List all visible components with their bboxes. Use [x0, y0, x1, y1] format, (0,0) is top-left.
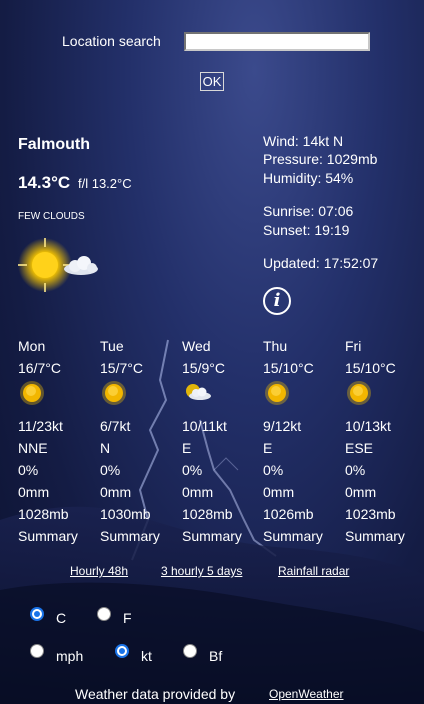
mph-label: mph: [56, 648, 84, 664]
forecast-summary-link[interactable]: Summary: [18, 528, 78, 544]
forecast-wind-direction: N: [100, 440, 111, 456]
forecast-temps: 15/10°C: [345, 360, 396, 376]
sunrise-readout: Sunrise: 07:06: [263, 203, 354, 219]
forecast-pressure: 1023mb: [345, 506, 396, 522]
fahrenheit-radio[interactable]: [97, 607, 111, 621]
forecast-temps: 15/10°C: [263, 360, 314, 376]
feels-like-temperature: f/l 13.2°C: [78, 176, 132, 191]
forecast-pressure: 1030mb: [100, 506, 151, 522]
hourly-48h-link[interactable]: Hourly 48h: [70, 564, 128, 578]
mph-radio[interactable]: [30, 644, 44, 658]
sun-icon: [102, 381, 126, 405]
forecast-wind: 6/7kt: [100, 418, 131, 434]
beaufort-radio[interactable]: [183, 644, 197, 658]
forecast-day: Fri: [345, 338, 362, 354]
forecast-wind-direction: E: [263, 440, 273, 456]
ok-button[interactable]: OK: [200, 72, 224, 91]
weather-condition: FEW CLOUDS: [18, 211, 85, 222]
celsius-label: C: [56, 610, 67, 626]
forecast-precip-probability: 0%: [263, 462, 284, 478]
rainfall-radar-link[interactable]: Rainfall radar: [278, 564, 349, 578]
forecast-precip-probability: 0%: [182, 462, 203, 478]
beaufort-label: Bf: [209, 648, 223, 664]
three-hourly-link[interactable]: 3 hourly 5 days: [161, 564, 242, 578]
forecast-day: Thu: [263, 338, 288, 354]
forecast-wind-direction: ESE: [345, 440, 374, 456]
humidity-readout: Humidity: 54%: [263, 170, 354, 186]
current-temperature: 14.3°C: [18, 173, 71, 192]
forecast-pressure: 1028mb: [18, 506, 69, 522]
location-name: Falmouth: [18, 136, 90, 153]
knots-radio[interactable]: [115, 644, 129, 658]
sunset-readout: Sunset: 19:19: [263, 222, 350, 238]
forecast-precip-probability: 0%: [345, 462, 366, 478]
forecast-wind-direction: E: [182, 440, 192, 456]
location-search-label: Location search: [62, 33, 161, 49]
knots-label: kt: [141, 648, 152, 664]
forecast-rainfall: 0mm: [100, 484, 132, 500]
forecast-rainfall: 0mm: [18, 484, 50, 500]
info-icon[interactable]: i: [263, 287, 291, 315]
openweather-link[interactable]: OpenWeather: [269, 687, 344, 701]
forecast-rainfall: 0mm: [182, 484, 214, 500]
celsius-radio[interactable]: [30, 607, 44, 621]
fahrenheit-label: F: [123, 610, 132, 626]
updated-time: Updated: 17:52:07: [263, 255, 379, 271]
forecast-day: Tue: [100, 338, 124, 354]
forecast-pressure: 1026mb: [263, 506, 314, 522]
forecast-wind: 10/13kt: [345, 418, 391, 434]
forecast-summary-link[interactable]: Summary: [345, 528, 405, 544]
sun-with-cloud-icon: [18, 238, 98, 292]
pressure-readout: Pressure: 1029mb: [263, 151, 378, 167]
forecast-day: Wed: [182, 338, 211, 354]
sun-icon: [347, 381, 371, 405]
forecast-wind: 10/11kt: [182, 418, 227, 434]
forecast-rainfall: 0mm: [263, 484, 295, 500]
forecast-precip-probability: 0%: [100, 462, 121, 478]
forecast-wind: 9/12kt: [263, 418, 302, 434]
forecast-temps: 15/9°C: [182, 360, 225, 376]
forecast-summary-link[interactable]: Summary: [182, 528, 242, 544]
data-credit-text: Weather data provided by: [75, 686, 236, 702]
forecast-day: Mon: [18, 338, 46, 354]
forecast-rainfall: 0mm: [345, 484, 377, 500]
forecast-summary-link[interactable]: Summary: [100, 528, 160, 544]
forecast-temps: 15/7°C: [100, 360, 143, 376]
forecast-pressure: 1028mb: [182, 506, 233, 522]
forecast-precip-probability: 0%: [18, 462, 39, 478]
sun-icon: [265, 381, 289, 405]
forecast-temps: 16/7°C: [18, 360, 61, 376]
forecast-wind: 11/23kt: [18, 418, 63, 434]
wind-readout: Wind: 14kt N: [263, 133, 344, 149]
sun-icon: [20, 381, 44, 405]
location-search-input[interactable]: [184, 32, 370, 51]
forecast-summary-link[interactable]: Summary: [263, 528, 323, 544]
forecast-wind-direction: NNE: [18, 440, 48, 456]
sun-cloud-icon: [186, 384, 211, 400]
